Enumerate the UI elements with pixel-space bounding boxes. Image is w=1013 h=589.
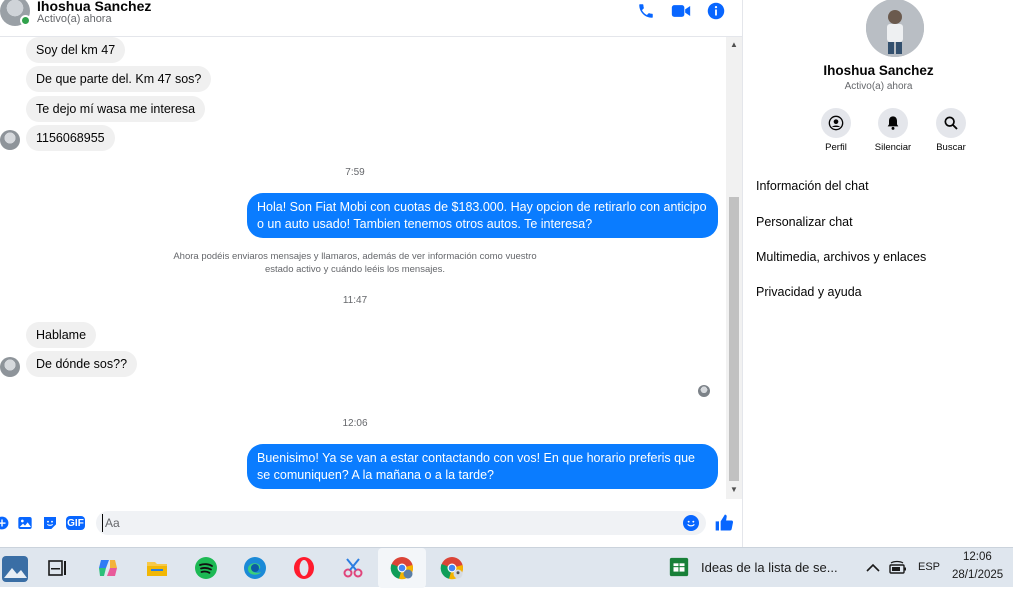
taskbar: Ideas de la lista de se... ESP 12:06 28/… [0, 547, 1013, 588]
gif-button[interactable]: GIF [66, 516, 85, 530]
bell-icon[interactable] [878, 108, 908, 138]
language-indicator[interactable]: ESP [918, 561, 940, 573]
chat-header: Ihoshua Sanchez Activo(a) ahora [0, 0, 742, 37]
online-indicator [20, 15, 31, 26]
chrome-profile-icon[interactable] [390, 556, 414, 580]
chrome-profile-2-icon[interactable] [440, 556, 464, 580]
edge-icon[interactable] [243, 556, 267, 580]
menu-chat-info[interactable]: Información del chat [756, 179, 869, 193]
spotify-icon[interactable] [194, 556, 218, 580]
sheets-icon[interactable] [668, 556, 692, 580]
timestamp: 7:59 [345, 167, 365, 178]
incoming-message[interactable]: De dónde sos?? [26, 351, 138, 377]
scroll-down-arrow-icon[interactable]: ▼ [729, 485, 739, 495]
profile-action[interactable]: Perfil [806, 108, 866, 153]
scroll-thumb[interactable] [729, 197, 739, 481]
menu-privacy-help[interactable]: Privacidad y ayuda [756, 285, 862, 299]
search-icon[interactable] [936, 108, 966, 138]
message-input[interactable] [102, 514, 672, 532]
search-action[interactable]: Buscar [921, 108, 981, 153]
profile-icon[interactable] [821, 108, 851, 138]
system-notice: Ahora podéis enviaros mensajes y llamaro… [173, 251, 537, 275]
message-scrollbar[interactable]: ▲ ▼ [726, 37, 742, 499]
emoji-icon[interactable] [683, 515, 699, 531]
more-actions-icon[interactable] [0, 515, 10, 531]
active-window-title[interactable]: Ideas de la lista de se... [701, 560, 838, 575]
task-view-icon[interactable] [45, 556, 69, 580]
info-icon[interactable] [705, 0, 727, 22]
menu-media-files-links[interactable]: Multimedia, archivos y enlaces [756, 250, 926, 264]
outgoing-message[interactable]: Buenisimo! Ya se van a estar contactando… [247, 444, 718, 489]
gallery-icon[interactable] [17, 515, 33, 531]
contact-avatar-small[interactable] [0, 130, 20, 150]
mute-action[interactable]: Silenciar [863, 108, 923, 153]
profile-name: Ihoshua Sanchez [823, 63, 934, 78]
incoming-message[interactable]: Hablame [26, 322, 97, 348]
timestamp: 11:47 [342, 295, 368, 306]
file-explorer-icon[interactable] [145, 556, 169, 580]
search-action-label: Buscar [936, 142, 966, 153]
contact-avatar-small[interactable] [0, 357, 20, 377]
profile-avatar[interactable] [866, 0, 924, 57]
sticker-icon[interactable] [42, 515, 58, 531]
scroll-up-arrow-icon[interactable]: ▲ [729, 40, 739, 50]
clock-date[interactable]: 28/1/2025 [952, 569, 1003, 581]
message-list: Soy del km 47 De que parte del. Km 47 so… [0, 37, 726, 499]
opera-icon[interactable] [292, 556, 316, 580]
widgets-icon[interactable] [0, 552, 32, 584]
copilot-icon[interactable] [96, 556, 120, 580]
incoming-message[interactable]: 1156068955 [26, 125, 115, 151]
audio-call-icon[interactable] [635, 0, 657, 22]
seen-avatar [698, 385, 710, 397]
outgoing-message[interactable]: Hola! Son Fiat Mobi con cuotas de $183.0… [247, 193, 718, 238]
video-call-icon[interactable] [670, 0, 692, 22]
incoming-message[interactable]: Te dejo mí wasa me interesa [26, 96, 206, 122]
messenger-window: Ihoshua Sanchez Activo(a) ahora Soy del … [0, 0, 1013, 547]
chevron-up-icon[interactable] [864, 556, 882, 580]
battery-network-icon[interactable] [888, 556, 908, 580]
message-input-wrapper [96, 511, 706, 535]
snipping-tool-icon[interactable] [341, 556, 365, 580]
mute-action-label: Silenciar [874, 142, 912, 153]
menu-customize-chat[interactable]: Personalizar chat [756, 215, 853, 229]
contact-name[interactable]: Ihoshua Sanchez [37, 0, 151, 14]
incoming-message[interactable]: Soy del km 47 [26, 37, 126, 63]
composer: GIF [0, 499, 742, 547]
clock-time[interactable]: 12:06 [963, 551, 992, 563]
timestamp: 12:06 [342, 418, 368, 429]
profile-action-label: Perfil [825, 142, 847, 153]
profile-status: Activo(a) ahora [844, 81, 913, 92]
like-icon[interactable] [714, 513, 734, 533]
contact-status: Activo(a) ahora [37, 13, 112, 25]
chat-info-panel: Ihoshua Sanchez Activo(a) ahora Perfil S… [742, 0, 1013, 547]
incoming-message[interactable]: De que parte del. Km 47 sos? [26, 66, 212, 92]
